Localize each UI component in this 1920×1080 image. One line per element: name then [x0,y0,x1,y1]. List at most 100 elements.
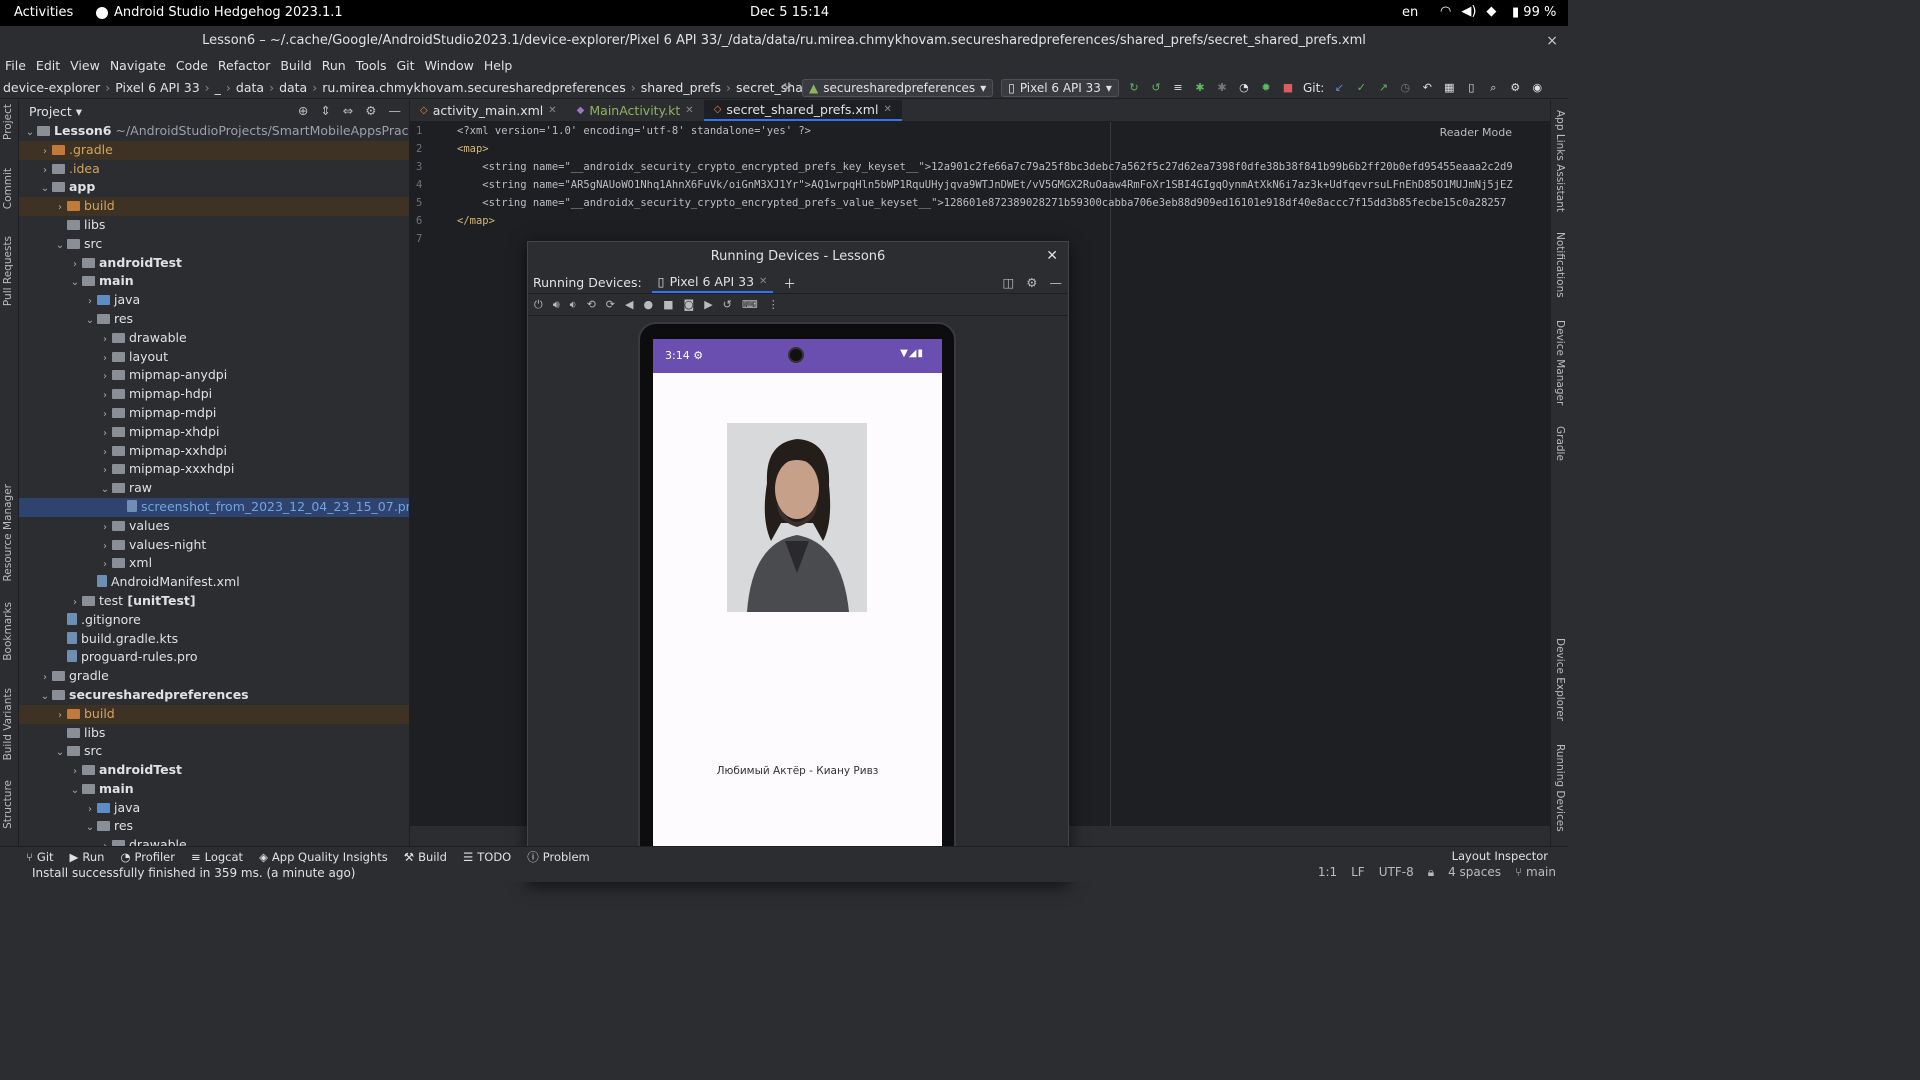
breadcrumb-item[interactable]: ru.mirea.chmykhovam.securesharedpreferen… [319,80,629,95]
clock[interactable]: Dec 5 15:14 [750,5,829,20]
tree-row[interactable]: › mipmap-hdpi [19,385,409,404]
rollback-icon[interactable]: ↶ [1420,81,1434,95]
record-icon[interactable]: ▶ [704,298,712,311]
tree-row[interactable]: build.gradle.kts [19,630,409,649]
tool-todo[interactable]: ☰ TODO [463,850,511,864]
menu-build[interactable]: Build [275,56,316,77]
back-icon[interactable]: ◀ [625,298,633,311]
tool-window-device-explorer[interactable]: Device Explorer [1554,638,1566,721]
stop-icon[interactable]: ■ [1281,81,1295,95]
tree-row[interactable]: › mipmap-anydpi [19,366,409,385]
tree-row[interactable]: › mipmap-xxxhdpi [19,460,409,479]
tool-window-bookmarks[interactable]: Bookmarks [2,602,14,661]
tree-row[interactable]: ⌄ src [19,742,409,761]
menu-run[interactable]: Run [317,56,351,77]
tree-row[interactable]: › .gradle [19,140,409,160]
status-message[interactable]: Install successfully finished in 359 ms.… [0,866,355,880]
collapse-all-icon[interactable]: ⇔ [343,103,353,118]
tree-row[interactable]: ⌄ res [19,817,409,836]
menu-refactor[interactable]: Refactor [213,56,275,77]
device-manager-icon[interactable]: ▯ [1464,81,1478,95]
layout-inspector-button[interactable]: Layout Inspector [1452,849,1548,863]
tree-row[interactable]: › java [19,291,409,310]
git-push-icon[interactable]: ↗ [1376,81,1390,95]
tool-window-running-devices[interactable]: Running Devices [1554,744,1566,832]
tree-row[interactable]: › mipmap-mdpi [19,404,409,423]
tree-row[interactable]: screenshot_from_2023_12_04_23_15_07.png [19,497,409,517]
breadcrumb-item[interactable]: data [276,80,310,95]
lock-icon[interactable]: 🔒︎ [1428,865,1434,880]
tree-row[interactable]: › androidTest [19,254,409,273]
tool-window-device-manager[interactable]: Device Manager [1554,320,1566,405]
reader-mode-toggle[interactable]: Reader Mode [1440,126,1512,139]
close-icon[interactable]: ✕ [883,104,891,115]
tree-row[interactable]: libs [19,216,409,235]
chevron-right-icon[interactable]: › [98,838,112,846]
line-separator[interactable]: LF [1351,865,1365,880]
window-mode-icon[interactable]: ◫ [1002,275,1014,290]
tree-row[interactable]: .gitignore [19,611,409,630]
tool-app-quality-insights[interactable]: ◈ App Quality Insights [259,850,388,864]
tree-row[interactable]: ⌄ raw [19,479,409,498]
tree-row[interactable]: proguard-rules.pro [19,648,409,667]
close-icon[interactable]: ✕ [759,276,767,287]
profile-icon[interactable]: ◔ [1237,81,1251,95]
system-tray[interactable]: ◠ ◀) ◆ [1440,4,1496,19]
account-icon[interactable]: ◉ [1530,81,1544,95]
run-config-dropdown[interactable]: ▲ securesharedpreferences ▾ [802,79,994,97]
gear-icon[interactable]: ⚙ [1508,81,1522,95]
volume-down-icon[interactable]: 🔉︎ [570,298,577,312]
list-icon[interactable]: ≡ [1171,81,1185,95]
minimize-icon[interactable]: — [389,103,402,118]
tree-row[interactable]: › layout [19,348,409,367]
more-icon[interactable]: ⋮ [768,298,779,311]
breadcrumb-item[interactable]: device-explorer [0,80,103,95]
menu-navigate[interactable]: Navigate [105,56,171,77]
breadcrumb-item[interactable]: data [233,80,267,95]
menu-git[interactable]: Git [392,56,420,77]
tree-row[interactable]: › androidTest [19,761,409,780]
overview-icon[interactable]: ■ [663,298,673,311]
menu-window[interactable]: Window [420,56,479,77]
tree-row[interactable]: › build [19,197,409,216]
tool-window-resource-manager[interactable]: Resource Manager [2,484,14,582]
tree-row[interactable]: › mipmap-xhdpi [19,423,409,442]
tool-git[interactable]: ⑂ Git [26,850,54,864]
git-update-icon[interactable]: ↙ [1332,81,1346,95]
add-device-icon[interactable]: ＋ [783,273,796,292]
tool-window-pull-requests[interactable]: Pull Requests [2,236,14,306]
tool-window-notifications[interactable]: Notifications [1554,232,1566,298]
tree-row[interactable]: ⌄ securesharedpreferences [19,686,409,705]
tool-window-commit[interactable]: Commit [2,168,14,209]
breadcrumb-item[interactable]: Pixel 6 API 33 [112,80,202,95]
minimize-icon[interactable]: — [1050,275,1063,290]
git-commit-icon[interactable]: ✓ [1354,81,1368,95]
device-dropdown[interactable]: ▯ Pixel 6 API 33 ▾ [1001,79,1119,97]
tool-window-app-links-assistant[interactable]: App Links Assistant [1554,110,1566,212]
tab-pixel-6[interactable]: ▯ Pixel 6 API 33 ✕ [651,272,774,293]
gear-icon[interactable]: ⚙ [365,103,376,118]
tab-secret-shared-prefs-xml[interactable]: ◇ secret_shared_prefs.xml ✕ [703,100,902,121]
menu-help[interactable]: Help [479,56,518,77]
battery-indicator[interactable]: ▮ 99 % [1512,5,1556,20]
sdk-manager-icon[interactable]: ▦ [1442,81,1456,95]
gear-icon[interactable]: ⚙ [1026,275,1037,290]
tree-row[interactable]: › .idea [19,160,409,179]
activities-button[interactable]: Activities [14,5,73,20]
git-branch[interactable]: ⑂ main [1515,865,1556,880]
search-icon[interactable]: ⌕ [1486,81,1500,95]
menu-file[interactable]: File [0,56,31,77]
hammer-icon[interactable]: ⚒ [780,81,794,95]
tree-row[interactable]: › java [19,799,409,818]
debug-icon[interactable]: ✱ [1193,81,1207,95]
tab-mainactivity-kt[interactable]: ◆ MainActivity.kt ✕ [567,100,704,121]
file-encoding[interactable]: UTF-8 [1379,865,1414,880]
volume-up-icon[interactable]: 🔊︎ [553,298,560,312]
tree-row[interactable]: › values-night [19,536,409,555]
close-icon[interactable]: ✕ [1046,248,1058,264]
locate-icon[interactable]: ⊕ [298,103,308,118]
tree-row[interactable]: ⌄ Lesson6 ~/AndroidStudioProjects/SmartMo… [19,122,409,141]
keyboard-layout[interactable]: en [1402,5,1418,20]
caret-position[interactable]: 1:1 [1318,865,1337,880]
tree-row[interactable]: ⌄ main [19,780,409,799]
